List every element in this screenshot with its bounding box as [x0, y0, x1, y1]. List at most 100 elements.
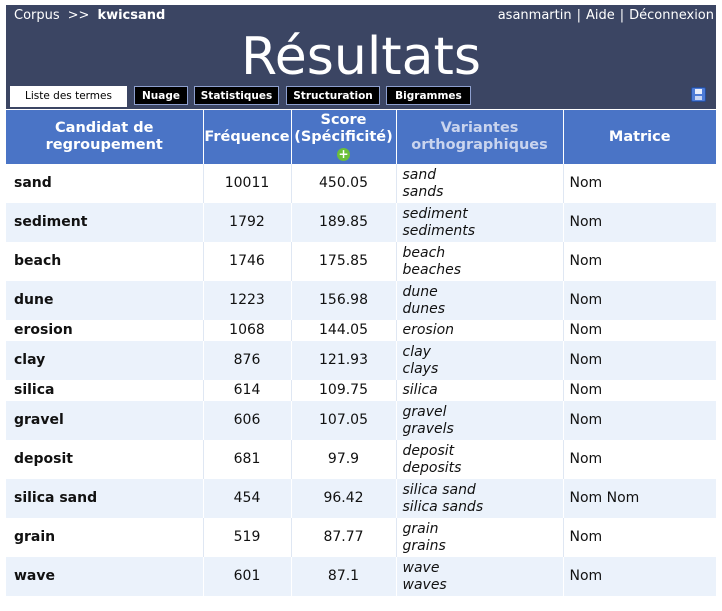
term-link[interactable]: wave	[6, 557, 203, 596]
column-header-score[interactable]: Score (Spécificité) +	[290, 110, 396, 164]
frequency-cell: 454	[202, 479, 291, 518]
table-row: silica 614 109.75 silica Nom	[6, 380, 716, 401]
table-row: clay 876 121.93 clay clays Nom	[6, 341, 716, 380]
variants-cell: clay clays	[395, 341, 563, 380]
score-cell: 121.93	[290, 341, 396, 380]
term-link[interactable]: deposit	[6, 440, 203, 479]
score-cell: 189.85	[290, 203, 396, 242]
table-row: sediment 1792 189.85 sediment sediments Nom	[6, 203, 716, 242]
term-link[interactable]: sediment	[6, 203, 203, 242]
variant-text: silica sand	[402, 481, 476, 498]
score-cell: 175.85	[290, 242, 396, 281]
frequency-cell: 519	[202, 518, 291, 557]
tab-bigrams[interactable]: Bigrammes	[386, 86, 471, 105]
table-row: wave 601 87.1 wave waves Nom	[6, 557, 716, 596]
matrix-cell: Nom	[562, 164, 716, 203]
term-link[interactable]: erosion	[6, 320, 203, 341]
tab-cloud[interactable]: Nuage	[134, 86, 188, 105]
score-cell: 156.98	[290, 281, 396, 320]
variant-text: grains	[402, 537, 446, 554]
term-link[interactable]: gravel	[6, 401, 203, 440]
term-link[interactable]: clay	[6, 341, 203, 380]
variant-text: deposits	[402, 459, 462, 476]
table-row: dune 1223 156.98 dune dunes Nom	[6, 281, 716, 320]
username-link[interactable]: asanmartin	[498, 8, 572, 23]
frequency-cell: 601	[202, 557, 291, 596]
frequency-cell: 10011	[202, 164, 291, 203]
column-header-score-label: Score (Spécificité)	[294, 111, 393, 145]
column-header-variants[interactable]: Variantes orthographiques	[395, 110, 563, 164]
matrix-cell: Nom	[562, 203, 716, 242]
matrix-cell: Nom	[562, 320, 716, 341]
column-header-matrix[interactable]: Matrice	[562, 110, 716, 164]
table-row: erosion 1068 144.05 erosion Nom	[6, 320, 716, 341]
variant-text: sediments	[402, 222, 476, 239]
plus-icon[interactable]: +	[337, 147, 350, 161]
tab-structuring[interactable]: Structuration	[286, 86, 380, 105]
column-header-candidate[interactable]: Candidat de regroupement	[6, 110, 203, 164]
tab-statistics[interactable]: Statistiques	[194, 86, 279, 105]
variant-text: beaches	[402, 261, 462, 278]
variant-text: silica sands	[402, 498, 484, 515]
variant-text: dunes	[402, 300, 446, 317]
column-header-frequency[interactable]: Fréquence	[202, 110, 291, 164]
term-link[interactable]: dune	[6, 281, 203, 320]
matrix-cell: Nom Nom	[562, 479, 716, 518]
variant-text: deposit	[402, 442, 455, 459]
score-cell: 87.77	[290, 518, 396, 557]
variants-cell: silica	[395, 380, 563, 401]
term-link[interactable]: grain	[6, 518, 203, 557]
logout-link[interactable]: Déconnexion	[629, 8, 714, 23]
save-icon-shutter	[695, 89, 702, 94]
variants-cell: gravel gravels	[395, 401, 563, 440]
table-row: beach 1746 175.85 beach beaches Nom	[6, 242, 716, 281]
variant-text: waves	[402, 576, 447, 593]
table-row: sand 10011 450.05 sand sands Nom	[6, 164, 716, 203]
tab-term-list[interactable]: Liste des termes	[10, 86, 127, 107]
matrix-cell: Nom	[562, 440, 716, 479]
table-row: deposit 681 97.9 deposit deposits Nom	[6, 440, 716, 479]
table-header-row: Candidat de regroupement Fréquence Score…	[6, 110, 716, 164]
score-cell: 96.42	[290, 479, 396, 518]
variant-text: grain	[402, 520, 439, 537]
variant-text: wave	[402, 559, 440, 576]
term-link[interactable]: silica	[6, 380, 203, 401]
matrix-cell: Nom	[562, 242, 716, 281]
score-cell: 97.9	[290, 440, 396, 479]
breadcrumb-current-corpus: kwicsand	[97, 8, 166, 23]
term-link[interactable]: silica sand	[6, 479, 203, 518]
user-links: asanmartin | Aide | Déconnexion	[498, 8, 714, 23]
table-row: silica sand 454 96.42 silica sand silica san…	[6, 479, 716, 518]
frequency-cell: 1746	[202, 242, 291, 281]
term-link[interactable]: sand	[6, 164, 203, 203]
matrix-cell: Nom	[562, 380, 716, 401]
breadcrumb-separator: >>	[67, 8, 90, 23]
variant-text: gravel	[402, 403, 447, 420]
save-icon-label	[695, 96, 702, 100]
score-cell: 109.75	[290, 380, 396, 401]
variants-cell: sediment sediments	[395, 203, 563, 242]
page-title: Résultats	[240, 27, 482, 87]
variants-cell: grain grains	[395, 518, 563, 557]
frequency-cell: 606	[202, 401, 291, 440]
variants-cell: beach beaches	[395, 242, 563, 281]
variant-text: beach	[402, 244, 446, 261]
term-link[interactable]: beach	[6, 242, 203, 281]
variant-text: clay	[402, 343, 431, 360]
save-icon[interactable]	[691, 87, 706, 102]
variant-text: silica	[402, 382, 438, 398]
variant-text: sands	[402, 183, 444, 200]
matrix-cell: Nom	[562, 401, 716, 440]
breadcrumb-corpus-link[interactable]: Corpus	[14, 8, 60, 23]
variants-cell: wave waves	[395, 557, 563, 596]
help-link[interactable]: Aide	[586, 8, 615, 23]
score-cell: 450.05	[290, 164, 396, 203]
variant-text: sediment	[402, 205, 468, 222]
breadcrumb: Corpus >> kwicsand	[14, 8, 165, 23]
table-body: sand 10011 450.05 sand sands Nom sediment 1792 1…	[6, 164, 716, 596]
frequency-cell: 1223	[202, 281, 291, 320]
table-row: grain 519 87.77 grain grains Nom	[6, 518, 716, 557]
variants-cell: dune dunes	[395, 281, 563, 320]
variant-text: dune	[402, 283, 438, 300]
variant-text: sand	[402, 166, 437, 183]
